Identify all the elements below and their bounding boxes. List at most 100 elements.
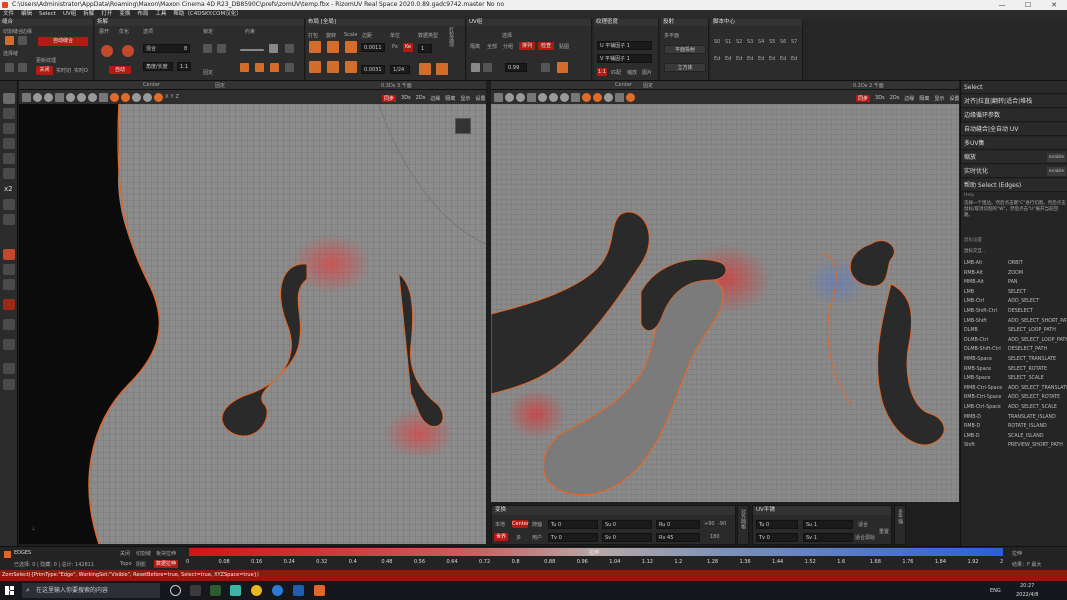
rp-align-section[interactable]: 对齐|拉直|翻转|适合|堆栈: [961, 95, 1067, 108]
script-ed6[interactable]: Ed: [780, 56, 786, 62]
auto-unfold-button[interactable]: 自动: [109, 66, 131, 74]
light-bulb-icon[interactable]: [132, 92, 141, 102]
app-pin-1-icon[interactable]: [210, 585, 221, 596]
texel-match-button[interactable]: 匹配: [611, 69, 621, 76]
shield-tool-icon[interactable]: [3, 214, 15, 225]
frame-icon[interactable]: [22, 92, 31, 102]
minimize-button[interactable]: —: [989, 0, 1015, 10]
island-tool-icon[interactable]: [3, 299, 15, 310]
texel-lock-button[interactable]: 1:1: [597, 68, 607, 76]
script-s3[interactable]: S3: [747, 39, 753, 45]
script-s2[interactable]: S2: [736, 39, 742, 45]
material-ball-icon[interactable]: [143, 92, 152, 102]
script-ed3[interactable]: Ed: [747, 56, 753, 62]
vp3d-tab-isolate[interactable]: 隔离: [445, 95, 455, 102]
maximize-button[interactable]: ☐: [1015, 0, 1041, 10]
menu-file[interactable]: 文件: [3, 10, 14, 19]
transform-axis-button[interactable]: 随轴: [532, 521, 542, 528]
live-cut-label[interactable]: 实时切: [56, 67, 71, 74]
scale-pack-icon[interactable]: [345, 41, 357, 53]
menu-select[interactable]: Select: [39, 10, 56, 19]
viewport3d-center-label[interactable]: Center: [143, 82, 160, 88]
uvgroup-r-icon[interactable]: [471, 63, 480, 72]
script-s1[interactable]: S1: [725, 39, 731, 45]
transform-local-button[interactable]: 本地: [495, 521, 505, 528]
extra-tool-icon[interactable]: [3, 379, 15, 390]
vpuv-tab-sync[interactable]: 同步: [856, 95, 871, 102]
task-view-icon[interactable]: [170, 585, 181, 596]
tile-tu-field[interactable]: Tu 0: [756, 520, 798, 529]
menu-help[interactable]: 帮助（C4DSKY.COM汉化）: [173, 10, 241, 19]
align-pin-icon[interactable]: [270, 63, 279, 72]
menu-uv-group[interactable]: UV组: [63, 10, 76, 19]
script-s5[interactable]: S5: [769, 39, 775, 45]
layout-tile-icon[interactable]: [436, 63, 448, 75]
loop-tool-icon[interactable]: [3, 339, 15, 350]
script-s0[interactable]: S0: [714, 39, 720, 45]
rp-scale-section[interactable]: 缩放 enable: [961, 151, 1067, 164]
vpuv-tab-settings[interactable]: 设置: [949, 95, 959, 102]
uv-tile-icon[interactable]: [571, 92, 580, 102]
widgets-icon[interactable]: [190, 585, 201, 596]
unit-toggle-button[interactable]: Ke: [403, 43, 413, 52]
pack-fit-icon[interactable]: [309, 61, 321, 73]
scale-fit-icon[interactable]: [345, 61, 357, 73]
tile-reset-button[interactable]: 重置: [879, 528, 889, 535]
sv-field[interactable]: Sv 0: [602, 533, 652, 542]
menu-open[interactable]: 打开: [101, 10, 112, 19]
uv-shade-icon[interactable]: [505, 92, 514, 102]
rp-multiuv-section[interactable]: 多UV集: [961, 137, 1067, 150]
uv-axis-icon[interactable]: [582, 92, 591, 102]
menu-layout[interactable]: 布局: [137, 10, 148, 19]
taskbar-search[interactable]: ⌕ 在这里输入你要搜索的内容: [22, 583, 160, 598]
seam-loop-icon[interactable]: [18, 63, 27, 72]
rotate-minus90-button[interactable]: -90: [718, 521, 726, 527]
pin-icon[interactable]: [217, 44, 226, 53]
cube-projection-button[interactable]: 立方体: [664, 63, 706, 72]
windows-start-icon[interactable]: [5, 586, 14, 595]
script-ed4[interactable]: Ed: [758, 56, 764, 62]
script-ed2[interactable]: Ed: [736, 56, 742, 62]
uv-frame-icon[interactable]: [494, 92, 503, 102]
su-field[interactable]: Su 0: [602, 520, 652, 529]
uv-checker-grid-icon[interactable]: [615, 92, 624, 102]
tile-fit-grid-button[interactable]: 适合源始: [855, 534, 875, 541]
v-tile-field[interactable]: V 平铺因子 1: [597, 54, 652, 63]
tile-su-field[interactable]: Su 1: [803, 520, 853, 529]
topo-stretch-button[interactable]: 数据拉伸: [154, 560, 178, 568]
rp-select-section[interactable]: Select: [961, 81, 1067, 94]
lock-edge-icon[interactable]: [203, 44, 212, 53]
tile-tv-field[interactable]: Tv 0: [756, 533, 798, 542]
vp3d-tab-display[interactable]: 显示: [460, 95, 470, 102]
rotate-tool-icon[interactable]: [3, 123, 15, 134]
vpuv-tab-2ds[interactable]: 2Ds: [890, 95, 900, 102]
uv-checker-icon[interactable]: [538, 92, 547, 102]
vp3d-tab-settings[interactable]: 设置: [475, 95, 485, 102]
axis-y-label[interactable]: Y: [170, 94, 173, 100]
tile-sv-field[interactable]: Sv 1: [803, 533, 853, 542]
chrome-icon[interactable]: [251, 585, 262, 596]
magnet-tool-icon[interactable]: [3, 168, 15, 179]
multi-tile-side[interactable]: 多平铺: [894, 505, 906, 545]
angle-constraint-icon[interactable]: [269, 44, 278, 53]
transform-center-button[interactable]: Center: [512, 520, 529, 528]
clock-time[interactable]: 20:27: [1020, 583, 1034, 589]
rp-edgeloop-section[interactable]: 边缘循环参数: [961, 109, 1067, 122]
status-close-button[interactable]: 关闭: [120, 550, 130, 557]
align-grid-side[interactable]: 对齐网格: [737, 505, 749, 545]
vp3d-tab-sync[interactable]: 同步: [382, 95, 397, 102]
uv-light-icon[interactable]: [604, 92, 613, 102]
viewport3d-pins-label[interactable]: 固定: [215, 82, 225, 89]
rotate-pack-icon[interactable]: [327, 41, 339, 53]
vpuv-tab-3ds[interactable]: 3Ds: [875, 95, 885, 102]
planar-projection-button[interactable]: 平面投射: [664, 45, 706, 54]
clock-date[interactable]: 2022/4/8: [1016, 592, 1038, 598]
curve-constraint-icon[interactable]: [285, 44, 294, 53]
viewportuv-pins-label[interactable]: 固定: [643, 82, 653, 89]
pin-tool-icon[interactable]: [3, 199, 15, 210]
cross-pin-icon[interactable]: [255, 63, 264, 72]
script-s7[interactable]: S7: [791, 39, 797, 45]
app-pin-3-icon[interactable]: [293, 585, 304, 596]
texture-sphere-icon[interactable]: [77, 92, 86, 102]
optimize-icon[interactable]: [122, 45, 134, 57]
